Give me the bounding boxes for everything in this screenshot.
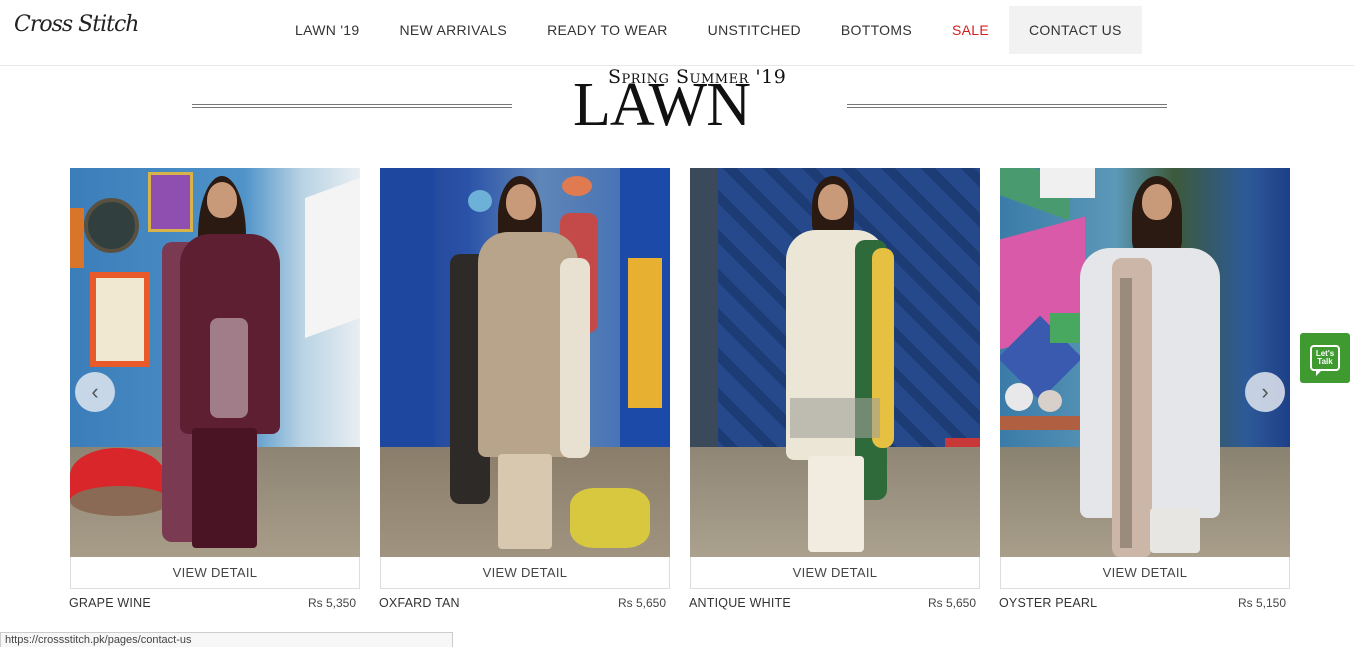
browser-status-bar: https://crossstitch.pk/pages/contact-us [0, 632, 453, 647]
product-name[interactable]: ANTIQUE WHITE [689, 596, 791, 610]
product-card: VIEW DETAIL ANTIQUE WHITE Rs 5,650 [689, 168, 980, 610]
banner-divider-right [847, 104, 1167, 108]
product-price: Rs 5,650 [617, 596, 666, 610]
product-name[interactable]: GRAPE WINE [69, 596, 151, 610]
product-image[interactable] [380, 168, 670, 557]
view-detail-button[interactable]: VIEW DETAIL [1000, 557, 1290, 589]
chat-bubble-icon: Let's Talk [1310, 345, 1340, 376]
nav-item-unstitched[interactable]: UNSTITCHED [688, 6, 821, 54]
nav-item-lawn-19[interactable]: LAWN '19 [275, 6, 379, 54]
nav-item-bottoms[interactable]: BOTTOMS [821, 6, 932, 54]
product-name[interactable]: OXFARD TAN [379, 596, 460, 610]
product-image[interactable] [690, 168, 980, 557]
nav-item-sale[interactable]: SALE [932, 6, 1009, 54]
site-header: Cross Stitch LAWN '19 NEW ARRIVALS READY… [0, 0, 1354, 66]
product-price: Rs 5,650 [927, 596, 976, 610]
carousel-prev-button[interactable]: ‹ [75, 372, 115, 412]
chevron-right-icon: › [1261, 379, 1269, 404]
nav-item-new-arrivals[interactable]: NEW ARRIVALS [379, 6, 527, 54]
carousel-next-button[interactable]: › [1245, 372, 1285, 412]
product-card: VIEW DETAIL OXFARD TAN Rs 5,650 [379, 168, 670, 610]
lets-talk-label: Let's Talk [1315, 349, 1335, 366]
view-detail-button[interactable]: VIEW DETAIL [690, 557, 980, 589]
product-price: Rs 5,350 [307, 596, 356, 610]
banner-divider-left [192, 104, 512, 108]
chevron-left-icon: ‹ [91, 379, 99, 404]
product-image[interactable] [1000, 168, 1290, 557]
site-logo[interactable]: Cross Stitch [14, 12, 139, 37]
product-image[interactable] [70, 168, 360, 557]
collection-banner: Spring Summer '19 LAWN [0, 66, 1354, 146]
main-nav: LAWN '19 NEW ARRIVALS READY TO WEAR UNST… [275, 6, 1142, 54]
banner-title: LAWN [573, 71, 751, 139]
product-price: Rs 5,150 [1237, 596, 1286, 610]
product-name[interactable]: OYSTER PEARL [999, 596, 1097, 610]
view-detail-button[interactable]: VIEW DETAIL [70, 557, 360, 589]
lets-talk-widget[interactable]: Let's Talk [1300, 333, 1350, 383]
nav-item-contact-us[interactable]: CONTACT US [1008, 6, 1142, 54]
view-detail-button[interactable]: VIEW DETAIL [380, 557, 670, 589]
status-url: https://crossstitch.pk/pages/contact-us [5, 634, 192, 646]
nav-item-ready-to-wear[interactable]: READY TO WEAR [527, 6, 688, 54]
